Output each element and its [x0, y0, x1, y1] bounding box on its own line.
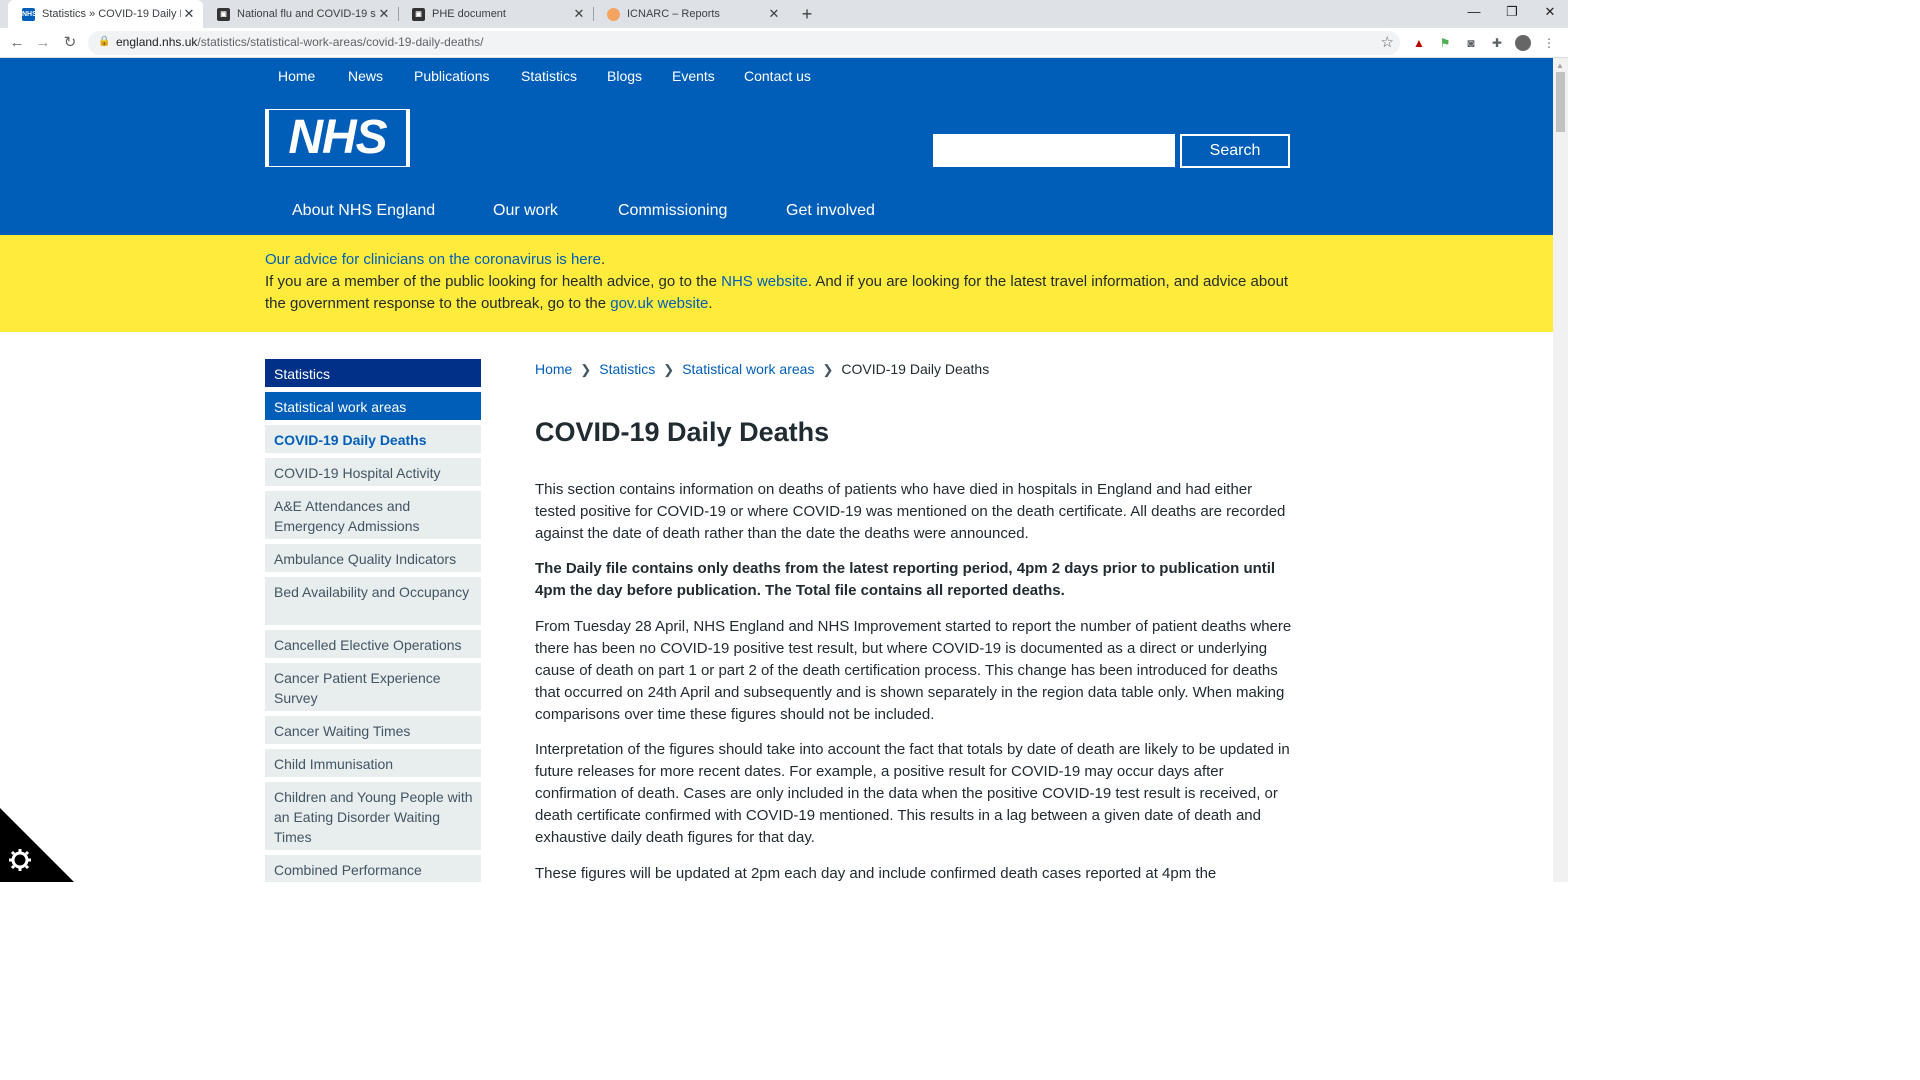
browser-tab[interactable]: ICNARC – Reports ✕ [593, 0, 788, 28]
profile-avatar[interactable] [1515, 35, 1531, 51]
sidebar-item[interactable]: Bed Availability and Occupancy [265, 577, 481, 625]
interpretation-paragraph: Interpretation of the figures should tak… [535, 741, 1290, 846]
cookie-settings-gear-icon[interactable] [0, 808, 74, 882]
topnav-publications[interactable]: Publications [414, 68, 490, 84]
browser-tabstrip: NHS Statistics » COVID-19 Daily Deaths ✕… [0, 0, 1568, 28]
tab-title: National flu and COVID-19 surveillance [237, 8, 376, 20]
tab-title: ICNARC – Reports [627, 8, 720, 20]
mainnav-our-work[interactable]: Our work [493, 202, 558, 220]
scrollbar-thumb[interactable] [1556, 72, 1565, 132]
sidebar-item[interactable]: A&E Attendances and Emergency Admissions [265, 491, 481, 539]
icnarc-favicon-icon [607, 7, 620, 21]
sidebar-item[interactable]: Children and Young People with an Eating… [265, 782, 481, 850]
topnav-events[interactable]: Events [672, 68, 715, 84]
sidebar-item[interactable]: Combined Performance [265, 855, 481, 882]
intro-paragraph: This section contains information on dea… [535, 481, 1286, 542]
lock-icon: 🔒 [98, 36, 111, 47]
breadcrumb: Home ❯ Statistics ❯ Statistical work areas ❯ C… [535, 361, 989, 378]
mainnav-get-involved[interactable]: Get involved [786, 202, 875, 220]
address-bar[interactable]: 🔒 england.nhs.uk/statistics/statistical-… [88, 31, 1400, 55]
scroll-up-icon[interactable]: ▲ [1556, 61, 1564, 70]
nhs-logo-text: NHS [269, 110, 406, 166]
close-window-icon[interactable]: ✕ [1530, 4, 1570, 20]
sidebar-heading-statistics[interactable]: Statistics [265, 359, 481, 387]
sidebar-item[interactable]: Ambulance Quality Indicators [265, 544, 481, 572]
browser-tab[interactable]: ▣ National flu and COVID-19 surveillance… [203, 0, 398, 28]
chevron-right-icon: ❯ [822, 362, 834, 377]
url-text: england.nhs.uk/statistics/statistical-wo… [116, 35, 484, 49]
topnav-blogs[interactable]: Blogs [607, 68, 642, 84]
topnav-statistics[interactable]: Statistics [521, 68, 577, 84]
coronavirus-alert-banner: Our advice for clinicians on the coronav… [0, 235, 1553, 332]
close-tab-icon[interactable]: ✕ [571, 6, 587, 22]
sidebar-item[interactable]: Cancer Patient Experience Survey [265, 663, 481, 711]
page-scrollbar[interactable]: ▲ [1553, 58, 1568, 882]
mainnav-about[interactable]: About NHS England [292, 202, 435, 220]
page-title: COVID-19 Daily Deaths [535, 417, 830, 447]
topnav-news[interactable]: News [348, 68, 383, 84]
clinician-advice-link[interactable]: Our advice for clinicians on the coronav… [265, 251, 601, 268]
reload-icon[interactable]: ↻ [60, 33, 80, 53]
mainnav-commissioning[interactable]: Commissioning [618, 202, 727, 220]
sidebar-heading-statistical-work-areas[interactable]: Statistical work areas [265, 392, 481, 420]
nhs-website-link[interactable]: NHS website [721, 273, 808, 290]
chevron-right-icon: ❯ [663, 362, 675, 377]
top-navigation: Home News Publications Statistics Blogs … [0, 58, 1553, 95]
document-favicon-icon: ▣ [217, 7, 230, 21]
document-favicon-icon: ▣ [412, 7, 425, 21]
forward-icon[interactable]: → [33, 33, 53, 53]
april-change-paragraph: From Tuesday 28 April, NHS England and N… [535, 618, 1292, 723]
update-schedule-paragraph: These figures will be updated at 2pm eac… [535, 865, 1217, 882]
sidebar-item[interactable]: Child Immunisation [265, 749, 481, 777]
site-header: NHS Search About NHS England Our work Co… [0, 95, 1553, 235]
breadcrumb-statistics[interactable]: Statistics [599, 361, 655, 377]
new-tab-icon[interactable]: + [797, 4, 817, 24]
tab-title: PHE document [432, 8, 506, 20]
sidebar-item-current[interactable]: COVID-19 Daily Deaths [265, 425, 481, 453]
chevron-right-icon: ❯ [580, 362, 592, 377]
bookmark-star-icon[interactable]: ☆ [1381, 33, 1394, 51]
alert-line-1: Our advice for clinicians on the coronav… [265, 251, 606, 268]
browser-tab[interactable]: ▣ PHE document ✕ [398, 0, 593, 28]
search-input[interactable] [933, 134, 1175, 167]
nhs-logo[interactable]: NHS [265, 109, 410, 167]
breadcrumb-current: COVID-19 Daily Deaths [841, 361, 990, 377]
minimize-icon[interactable]: — [1454, 4, 1494, 19]
back-icon[interactable]: ← [7, 33, 27, 53]
close-tab-icon[interactable]: ✕ [376, 6, 392, 22]
menu-dots-icon[interactable]: ⋮ [1541, 35, 1557, 51]
browser-toolbar: ← → ↻ 🔒 england.nhs.uk/statistics/statis… [0, 28, 1568, 58]
alert-line-2: If you are a member of the public lookin… [265, 273, 1289, 312]
topnav-home[interactable]: Home [278, 68, 315, 84]
puzzle-icon[interactable]: ✚ [1489, 35, 1505, 51]
breadcrumb-statistical-work-areas[interactable]: Statistical work areas [682, 361, 814, 377]
sidebar-item[interactable]: COVID-19 Hospital Activity [265, 458, 481, 486]
breadcrumb-home[interactable]: Home [535, 361, 572, 377]
close-tab-icon[interactable]: ✕ [181, 6, 197, 22]
daily-file-note: The Daily file contains only deaths from… [535, 560, 1276, 599]
camera-icon[interactable]: ◙ [1463, 35, 1479, 51]
browser-tab-active[interactable]: NHS Statistics » COVID-19 Daily Deaths ✕ [8, 0, 203, 28]
extension-icon[interactable]: ⚑ [1437, 35, 1453, 51]
search-button[interactable]: Search [1180, 134, 1290, 168]
tab-title: Statistics » COVID-19 Daily Deaths [42, 8, 181, 20]
sidebar-item[interactable]: Cancelled Elective Operations [265, 630, 481, 658]
sidebar-item[interactable]: Cancer Waiting Times [265, 716, 481, 744]
topnav-contact-us[interactable]: Contact us [744, 68, 811, 84]
restore-icon[interactable]: ❐ [1492, 4, 1532, 20]
nhs-favicon-icon: NHS [22, 7, 37, 21]
gov-uk-link[interactable]: gov.uk website [610, 295, 708, 312]
close-tab-icon[interactable]: ✕ [766, 6, 782, 22]
pdf-extension-icon[interactable]: ▲ [1411, 35, 1427, 51]
